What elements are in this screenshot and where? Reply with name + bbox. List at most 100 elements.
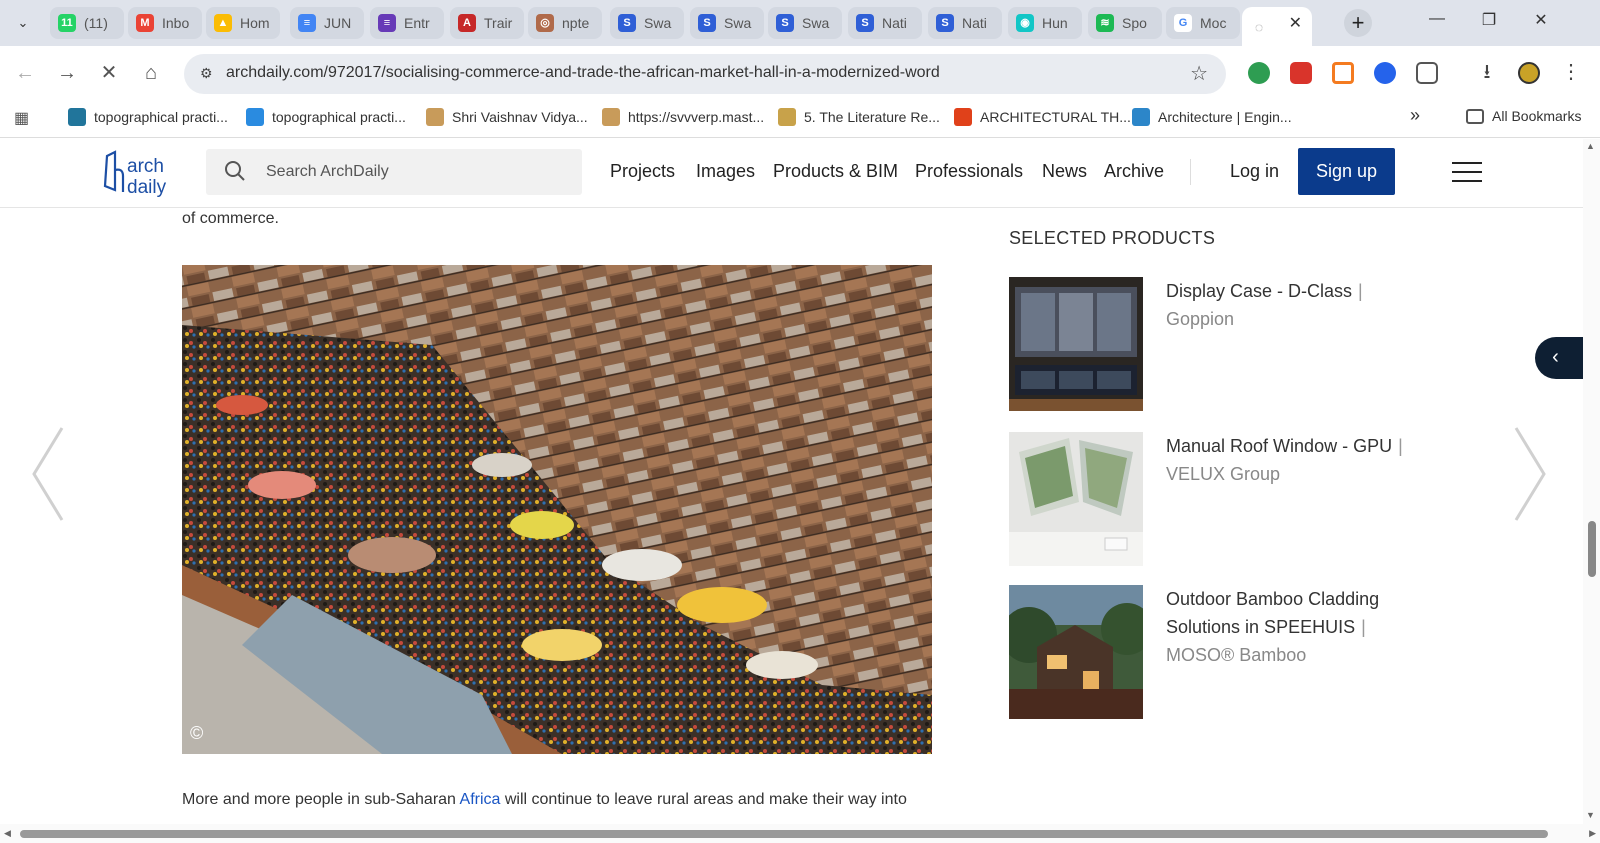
swayam-icon: S <box>618 14 636 32</box>
scroll-up-icon[interactable]: ▲ <box>1586 141 1595 151</box>
scroll-left-icon[interactable]: ◀ <box>4 828 11 839</box>
gallery-next-arrow-icon[interactable] <box>1512 424 1550 524</box>
download-icon[interactable]: ⭳ <box>1476 62 1498 84</box>
tab-10[interactable]: S Nati <box>848 7 922 39</box>
product-card-display-case[interactable]: Display Case - D-Class | Goppion <box>1009 277 1429 411</box>
product-name-2[interactable]: Manual Roof Window - GPU <box>1166 436 1392 456</box>
bookmarks-bar: ▦ topographical practi... topographical p… <box>0 98 1600 138</box>
africa-link[interactable]: Africa <box>460 791 501 808</box>
tab-7[interactable]: S Swa <box>610 7 684 39</box>
tab-0[interactable]: 11 (11) <box>50 7 124 39</box>
swayam-icon: S <box>698 14 716 32</box>
extension-blue-icon[interactable] <box>1374 62 1396 84</box>
spotify-icon: ≋ <box>1096 14 1114 32</box>
tab-5[interactable]: A Trair <box>450 7 524 39</box>
bookmark-label: 5. The Literature Re... <box>804 109 940 125</box>
close-tab-icon[interactable]: ✕ <box>1289 13 1302 33</box>
extension-android-icon[interactable] <box>1248 62 1270 84</box>
product-card-roof-window[interactable]: Manual Roof Window - GPU | VELUX Group <box>1009 432 1429 566</box>
drive-icon: ▲ <box>214 14 232 32</box>
bookmark-item[interactable]: topographical practi... <box>68 108 228 126</box>
url-text[interactable]: archdaily.com/972017/socialising-commerc… <box>226 64 940 82</box>
browser-menu-icon[interactable]: ⋮ <box>1560 62 1582 84</box>
bookmark-item[interactable]: Architecture | Engin... <box>1132 108 1292 126</box>
maximize-button[interactable]: ❐ <box>1474 10 1504 30</box>
close-window-button[interactable]: ✕ <box>1526 10 1556 30</box>
extension-mendeley-icon[interactable] <box>1290 62 1312 84</box>
product-thumb-bamboo-cladding[interactable] <box>1009 585 1143 719</box>
product-thumb-display-case[interactable] <box>1009 277 1143 411</box>
bookmark-item[interactable]: ARCHITECTURAL TH... <box>954 108 1131 126</box>
extension-orange-icon[interactable] <box>1332 62 1354 84</box>
apps-grid-icon[interactable]: ▦ <box>14 108 29 128</box>
tab-9[interactable]: S Swa <box>768 7 842 39</box>
search-icon <box>225 161 245 181</box>
profile-avatar[interactable] <box>1518 62 1540 84</box>
all-bookmarks[interactable]: All Bookmarks <box>1466 108 1581 124</box>
login-link[interactable]: Log in <box>1230 161 1279 182</box>
nav-images[interactable]: Images <box>696 161 755 182</box>
archdaily-logo[interactable]: arch daily <box>101 148 183 198</box>
tab-12[interactable]: ◉ Hun <box>1008 7 1082 39</box>
wordpress-icon <box>68 108 86 126</box>
tab-11[interactable]: S Nati <box>928 7 1002 39</box>
gallery-prev-arrow-icon[interactable] <box>28 424 66 524</box>
tab-6[interactable]: ◎ npte <box>528 7 602 39</box>
forward-button[interactable]: → <box>54 60 80 86</box>
bookmarks-overflow-icon[interactable]: » <box>1410 105 1420 126</box>
nav-projects[interactable]: Projects <box>610 161 675 182</box>
home-button[interactable]: ⌂ <box>138 60 164 86</box>
lamp-icon <box>778 108 796 126</box>
tab-4[interactable]: ≡ Entr <box>370 7 444 39</box>
tab-active[interactable]: ◌ ✕ <box>1242 7 1312 46</box>
scroll-down-icon[interactable]: ▼ <box>1586 810 1595 820</box>
docs-icon: ≡ <box>298 14 316 32</box>
sidebar-collapse-button[interactable]: ‹ <box>1535 337 1583 379</box>
bookmark-star-icon[interactable]: ☆ <box>1190 61 1208 86</box>
site-settings-icon[interactable]: ⚙ <box>200 65 213 82</box>
tab-2[interactable]: ▲ Hom <box>206 7 280 39</box>
tab-3[interactable]: ≡ JUN <box>290 7 364 39</box>
product-name-1[interactable]: Display Case - D-Class <box>1166 281 1352 301</box>
hamburger-menu-icon[interactable] <box>1452 162 1482 182</box>
address-bar[interactable]: ⚙ archdaily.com/972017/socialising-comme… <box>184 54 1226 94</box>
bookmark-label: topographical practi... <box>94 109 228 125</box>
nav-archive[interactable]: Archive <box>1104 161 1164 182</box>
tab-13[interactable]: ≋ Spo <box>1088 7 1162 39</box>
tab-8[interactable]: S Swa <box>690 7 764 39</box>
scroll-right-icon[interactable]: ▶ <box>1589 828 1596 839</box>
stop-loading-button[interactable]: ✕ <box>96 60 122 86</box>
bookmark-item[interactable]: https://svvverp.mast... <box>602 108 764 126</box>
tab-1[interactable]: M Inbo <box>128 7 202 39</box>
product-thumb-roof-window[interactable] <box>1009 432 1143 566</box>
minimize-button[interactable]: — <box>1422 10 1452 28</box>
nav-news[interactable]: News <box>1042 161 1087 182</box>
product-brand-2[interactable]: VELUX Group <box>1166 464 1280 484</box>
paragraph-text-1: More and more people in sub-Saharan <box>182 791 460 808</box>
photo-credit-icon[interactable]: © <box>190 723 203 744</box>
site-search-input[interactable]: Search ArchDaily <box>206 149 582 195</box>
bookmark-item[interactable]: Shri Vaishnav Vidya... <box>426 108 588 126</box>
back-button[interactable]: ← <box>12 60 38 86</box>
tab-search-chevron-icon[interactable]: ⌄ <box>10 10 36 36</box>
bookmark-item[interactable]: 5. The Literature Re... <box>778 108 940 126</box>
tab-title: Swa <box>644 15 672 31</box>
tab-14[interactable]: G Moc <box>1166 7 1240 39</box>
google-icon: G <box>1174 14 1192 32</box>
nav-professionals[interactable]: Professionals <box>915 161 1023 182</box>
horizontal-scrollbar[interactable]: ◀ ▶ <box>0 824 1600 843</box>
nav-products-bim[interactable]: Products & BIM <box>773 161 898 182</box>
vertical-scrollbar[interactable]: ▲ ▼ <box>1583 139 1600 824</box>
vertical-scroll-thumb[interactable] <box>1588 521 1596 577</box>
article-photo-market[interactable]: © <box>182 265 932 754</box>
horizontal-scroll-thumb[interactable] <box>20 830 1548 838</box>
signup-button[interactable]: Sign up <box>1298 148 1395 195</box>
extensions-puzzle-icon[interactable] <box>1416 62 1438 84</box>
product-card-bamboo-cladding[interactable]: Outdoor Bamboo Cladding Solutions in SPE… <box>1009 585 1429 719</box>
bookmark-item[interactable]: topographical practi... <box>246 108 406 126</box>
product-name-3[interactable]: Outdoor Bamboo Cladding Solutions in SPE… <box>1166 589 1379 637</box>
swayam-icon: S <box>776 14 794 32</box>
product-brand-1[interactable]: Goppion <box>1166 309 1234 329</box>
product-brand-3[interactable]: MOSO® Bamboo <box>1166 645 1306 665</box>
new-tab-button[interactable]: + <box>1344 9 1372 37</box>
